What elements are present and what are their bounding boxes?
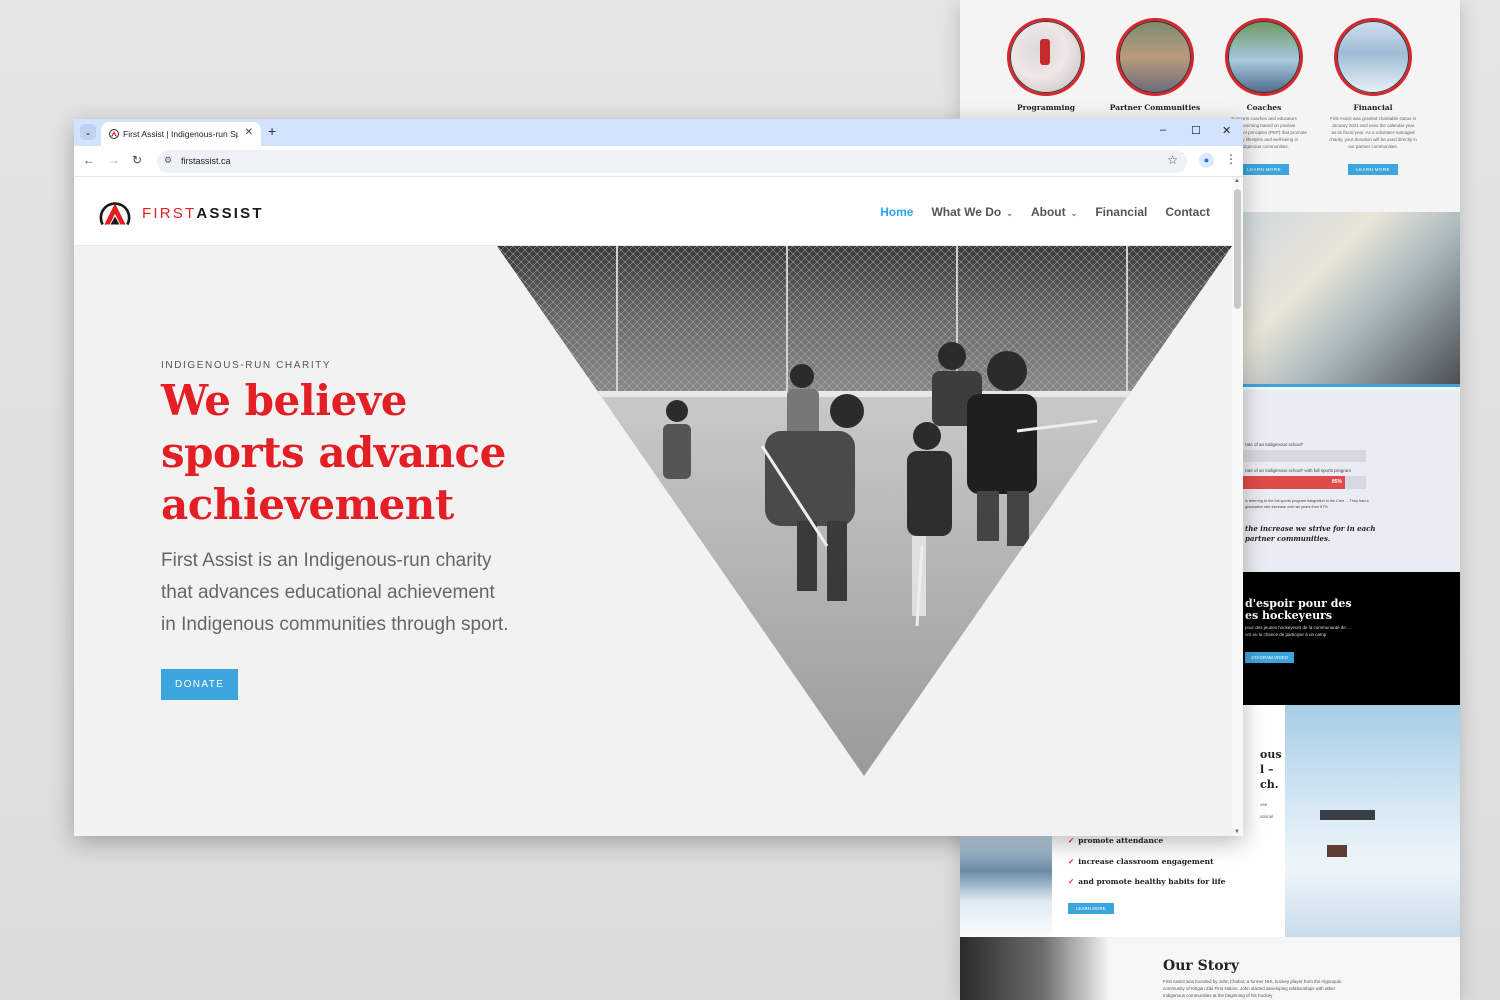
card-image <box>1334 18 1412 96</box>
learn-more-button[interactable]: LEARN MORE <box>1348 164 1398 175</box>
scrollbar-thumb[interactable] <box>1234 189 1241 309</box>
card-title: Partner Communities <box>1109 103 1201 112</box>
url-text[interactable]: firstassist.ca <box>181 156 231 166</box>
stat-label-1: rate of an Indigenous school* <box>1245 442 1304 447</box>
first-assist-logo-icon[interactable] <box>97 198 133 228</box>
donate-button[interactable]: DONATE <box>161 669 239 700</box>
stats-section: rate of an Indigenous school* rate of an… <box>1243 390 1460 572</box>
site-header: FIRSTASSIST Home What We Do ⌄ About ⌄ Fina… <box>74 177 1232 246</box>
first-assist-favicon-icon <box>109 129 119 139</box>
stat-tagline-2: partner communities. <box>1245 534 1331 543</box>
section-title: d'espoir pour des es hockeyeurs <box>1245 597 1352 622</box>
card-financial: Financial First Assist was granted chari… <box>1323 18 1423 176</box>
scrollbar[interactable]: ▲ ▼ <box>1232 177 1243 836</box>
tab-first-assist[interactable]: First Assist | Indigenous-run Sp ✕ <box>101 122 261 146</box>
tab-strip: ⌄ First Assist | Indigenous-run Sp ✕ + –… <box>74 119 1243 146</box>
card-partner-communities: Partner Communities <box>1105 18 1205 112</box>
kebab-icon[interactable]: ⋮ <box>1225 152 1237 166</box>
list-item: ✓ promote attendance <box>1068 836 1164 845</box>
star-icon[interactable]: ☆ <box>1167 153 1178 167</box>
hockey-video-section: d'espoir pour des es hockeyeurs pour des… <box>1243 572 1460 705</box>
card-title: Coaches <box>1246 103 1282 112</box>
arrow-right-icon[interactable]: → <box>108 153 120 167</box>
maximize-button[interactable]: ☐ <box>1191 124 1201 137</box>
stat-bar-2-track: 85% <box>1243 476 1366 489</box>
stat-note: is referring to the full sports program … <box>1245 499 1369 509</box>
card-image <box>1116 18 1194 96</box>
stat-percent: 85% <box>1331 479 1342 485</box>
story-text: First Assist was founded by John Chabot,… <box>1163 979 1342 998</box>
tune-icon[interactable]: ⚙ <box>164 155 172 166</box>
hero-text: INDIGENOUS-RUN CHARITY We believe sports… <box>161 360 581 700</box>
chevron-down-icon: ⌄ <box>1006 209 1013 218</box>
benefits-list: ✓ promote attendance ✓ increase classroom … <box>1068 836 1225 898</box>
learn-more-button[interactable]: LEARN MORE <box>1068 903 1114 914</box>
snow-village-photo <box>1285 705 1460 937</box>
arrow-left-icon[interactable]: ← <box>83 153 95 167</box>
page-viewport: FIRSTASSIST Home What We Do ⌄ About ⌄ Fina… <box>74 177 1232 836</box>
brand-name[interactable]: FIRSTASSIST <box>142 205 264 222</box>
scroll-up-icon[interactable]: ▲ <box>1234 178 1240 184</box>
tab-title: First Assist | Indigenous-run Sp <box>123 129 238 139</box>
story-photo <box>960 937 1110 1000</box>
nav-contact[interactable]: Contact <box>1165 205 1210 219</box>
classroom-photo <box>1243 212 1460 387</box>
card-title: Programming <box>1016 103 1076 112</box>
snow-houses-photo <box>960 835 1052 937</box>
partial-text: ose ational <box>1260 802 1274 819</box>
section-text: pour des jeunes hockeyeurs de la communa… <box>1245 625 1351 637</box>
card-image <box>1225 18 1303 96</box>
list-item: ✓ increase classroom engagement <box>1068 856 1214 866</box>
card-image <box>1007 18 1085 96</box>
main-nav: Home What We Do ⌄ About ⌄ Financial Contac… <box>880 205 1210 219</box>
card-programming: Programming <box>996 18 1096 112</box>
card-text: First Assist was granted charitable stat… <box>1329 116 1417 149</box>
hero-description: First Assist is an Indigenous-run charit… <box>161 550 509 635</box>
hero-eyebrow: INDIGENOUS-RUN CHARITY <box>161 360 332 371</box>
stat-label-2: rate of an Indigenous school* with full … <box>1245 468 1352 473</box>
browser-window: ⌄ First Assist | Indigenous-run Sp ✕ + –… <box>74 119 1243 836</box>
list-item: ✓ and promote healthy habits for life <box>1068 877 1226 886</box>
profile-icon[interactable]: ● <box>1199 153 1214 168</box>
card-title: Financial <box>1353 103 1393 112</box>
close-window-button[interactable]: ✕ <box>1222 124 1231 137</box>
learn-more-button[interactable]: LEARN MORE <box>1239 164 1289 175</box>
chevron-down-icon[interactable]: ⌄ <box>80 124 96 140</box>
story-title: Our Story <box>1163 958 1240 974</box>
scroll-down-icon[interactable]: ▼ <box>1234 829 1240 835</box>
new-tab-button[interactable]: + <box>268 123 276 139</box>
chevron-down-icon: ⌄ <box>1070 209 1078 218</box>
hero-headline: We believe sports advance achievement <box>161 376 506 529</box>
stat-bar-2-fill: 85% <box>1243 476 1345 489</box>
minimize-button[interactable]: – <box>1160 124 1166 136</box>
stat-tagline-1: the increase we strive for in each <box>1245 524 1376 533</box>
instagram-video-button[interactable]: STAGRAM VIDEO <box>1245 652 1295 663</box>
reload-icon[interactable]: ↻ <box>132 153 142 167</box>
nav-financial[interactable]: Financial <box>1095 205 1147 219</box>
hero-hockey-photo <box>497 246 1232 776</box>
address-bar[interactable]: ⚙ firstassist.ca ☆ <box>157 150 1187 173</box>
close-icon[interactable]: ✕ <box>245 127 253 138</box>
nav-what-we-do[interactable]: What We Do ⌄ <box>931 205 1012 219</box>
stat-bar-1 <box>1243 450 1366 462</box>
partial-heading: ous l – ch. <box>1260 748 1282 791</box>
browser-toolbar: ← → ↻ ⚙ firstassist.ca ☆ ● ⋮ <box>74 146 1243 177</box>
nav-about[interactable]: About ⌄ <box>1031 205 1077 219</box>
nav-home[interactable]: Home <box>880 205 913 219</box>
